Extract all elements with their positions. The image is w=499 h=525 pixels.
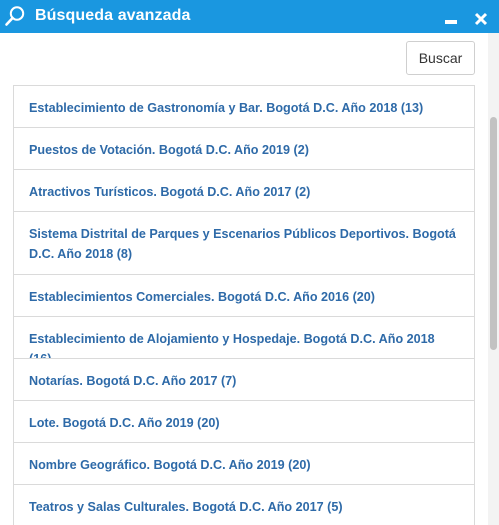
result-label[interactable]: Lote. Bogotá D.C. Año 2019 (20)	[29, 416, 220, 430]
search-button[interactable]: Buscar	[406, 41, 475, 75]
result-item[interactable]: Notarías. Bogotá D.C. Año 2017 (7)	[13, 358, 475, 401]
result-label[interactable]: Puestos de Votación. Bogotá D.C. Año 201…	[29, 143, 309, 157]
search-icon	[5, 6, 25, 26]
result-item[interactable]: Lote. Bogotá D.C. Año 2019 (20)	[13, 400, 475, 443]
result-item[interactable]: Establecimientos Comerciales. Bogotá D.C…	[13, 274, 475, 317]
result-label[interactable]: Atractivos Turísticos. Bogotá D.C. Año 2…	[29, 185, 310, 199]
result-label[interactable]: Nombre Geográfico. Bogotá D.C. Año 2019 …	[29, 458, 311, 472]
result-label[interactable]: Sistema Distrital de Parques y Escenario…	[29, 227, 456, 261]
close-icon	[474, 12, 488, 26]
result-item[interactable]: Establecimiento de Alojamiento y Hospeda…	[13, 316, 475, 366]
scrollbar-thumb[interactable]	[490, 117, 497, 350]
result-label[interactable]: Teatros y Salas Culturales. Bogotá D.C. …	[29, 500, 343, 514]
minimize-button[interactable]	[443, 8, 459, 26]
result-item[interactable]: Atractivos Turísticos. Bogotá D.C. Año 2…	[13, 169, 475, 212]
close-button[interactable]	[473, 8, 489, 26]
result-item[interactable]: Nombre Geográfico. Bogotá D.C. Año 2019 …	[13, 442, 475, 485]
result-item[interactable]: Sistema Distrital de Parques y Escenario…	[13, 211, 475, 275]
panel-title: Búsqueda avanzada	[35, 7, 191, 24]
minimize-icon	[445, 20, 457, 24]
panel-header: Búsqueda avanzada	[0, 0, 499, 33]
result-label[interactable]: Notarías. Bogotá D.C. Año 2017 (7)	[29, 374, 236, 388]
result-item[interactable]: Teatros y Salas Culturales. Bogotá D.C. …	[13, 484, 475, 525]
results-list: Establecimiento de Gastronomía y Bar. Bo…	[13, 85, 475, 525]
result-item[interactable]: Establecimiento de Gastronomía y Bar. Bo…	[13, 85, 475, 128]
result-item[interactable]: Puestos de Votación. Bogotá D.C. Año 201…	[13, 127, 475, 170]
result-label[interactable]: Establecimiento de Gastronomía y Bar. Bo…	[29, 101, 423, 115]
result-label[interactable]: Establecimientos Comerciales. Bogotá D.C…	[29, 290, 375, 304]
